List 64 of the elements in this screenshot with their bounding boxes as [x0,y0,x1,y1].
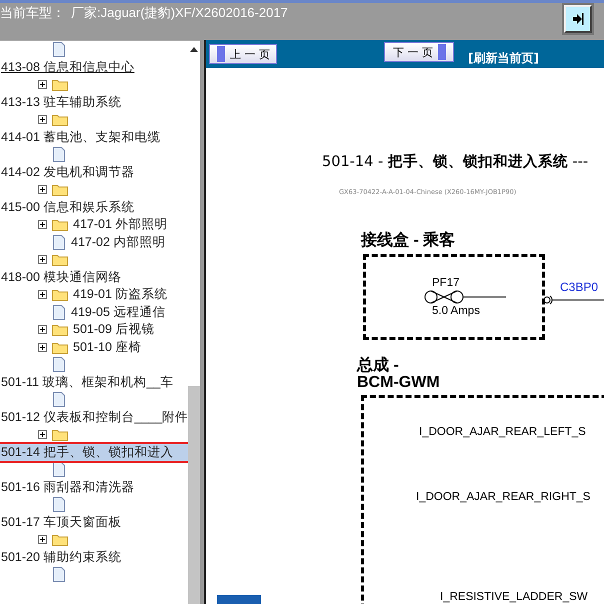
tree-item[interactable]: 501-16 雨刮器和清洗器 [0,478,134,496]
signal-label: I_RESISTIVE_LADDER_SW [440,591,588,603]
document-icon[interactable] [52,462,66,478]
expand-icon[interactable] [38,325,47,334]
expand-icon[interactable] [38,255,47,264]
tree-item[interactable]: 419-01 防盗系统 [73,286,168,304]
connector-label: C3BP0 [560,280,600,294]
folder-icon[interactable] [52,323,68,336]
vehicle-model: 厂家:Jaguar(捷豹)XF/X2602016-2017 [71,4,288,22]
expand-icon[interactable] [38,342,47,352]
tree-item[interactable]: 417-02 内部照明 [71,234,166,251]
tree-item[interactable]: 501-09 后视镜 [73,321,154,338]
block-heading: 总成 - [357,357,400,374]
folder-icon[interactable] [52,340,68,354]
tree-item[interactable]: 417-01 外部照明 [73,216,168,234]
signal-label: I_DOOR_AJAR_REAR_RIGHT_S [416,491,590,503]
expand-icon[interactable] [38,115,47,124]
refresh-link[interactable]: [刷新当前页] [468,50,539,67]
fuse-label: PF17 [431,277,460,289]
fuse-rating: 5.0 Amps [431,305,480,317]
folder-icon[interactable] [52,113,68,126]
expand-icon[interactable] [38,290,47,300]
expand-icon[interactable] [38,430,47,440]
expand-icon[interactable] [38,535,47,544]
expand-icon[interactable] [38,185,47,194]
exit-button[interactable] [564,5,592,33]
document-icon[interactable] [52,497,66,512]
expand-icon[interactable] [38,220,47,230]
folder-icon[interactable] [52,253,68,266]
expand-icon[interactable] [38,80,47,90]
tree-item[interactable]: 419-05 远程通信 [71,304,166,321]
folder-icon[interactable] [52,183,68,196]
tree-item[interactable]: 415-00 信息和娱乐系统 [0,198,134,216]
folder-icon[interactable] [52,218,68,232]
document-icon[interactable] [52,304,66,320]
tree-item[interactable]: 501-10 座椅 [73,338,142,356]
block-heading: BCM-GWM [357,374,440,391]
tree-item[interactable]: 501-20 辅助约束系统 [0,548,122,566]
arrow-right-icon [572,12,584,26]
folder-icon[interactable] [52,533,68,546]
tree-item[interactable]: 501-17 车顶天窗面板 [0,514,122,531]
vehicle-label: 当前车型： [0,4,65,22]
document-icon[interactable] [52,42,66,58]
prev-page-button[interactable]: 上 一 页 [209,44,277,64]
tree-item[interactable]: 501-12 仪表板和控制台____附件 [0,408,188,426]
document-icon[interactable] [52,234,66,250]
tree-item[interactable]: 414-02 发电机和调节器 [0,164,134,181]
tree-item[interactable]: 501-14 把手、锁、锁扣和进入 [0,444,188,461]
tree-item[interactable]: 414-01 蓄电池、支架和电缆 [0,128,160,146]
document-icon[interactable] [52,567,66,582]
block-heading: 接线盒 - 乘客 [361,232,456,249]
tree-item[interactable]: 413-13 驻车辅助系统 [0,94,122,111]
next-page-button[interactable]: 下 一 页 [384,42,454,62]
folder-icon[interactable] [52,428,68,442]
signal-label: I_DOOR_AJAR_REAR_LEFT_S [419,426,586,438]
folder-icon[interactable] [52,78,68,92]
document-icon[interactable] [52,357,66,372]
document-icon[interactable] [52,147,66,162]
tree-item[interactable]: 418-00 模块通信网络 [0,268,122,286]
document-icon[interactable] [52,392,66,408]
tree-item[interactable]: 501-11 玻璃、框架和机构__车 [0,374,174,391]
folder-icon[interactable] [52,288,68,302]
page-title: 501-14 - 把手、锁、锁扣和进入系统 --- [322,152,588,171]
tree-item[interactable]: 413-08 信息和信息中心 [0,58,134,76]
